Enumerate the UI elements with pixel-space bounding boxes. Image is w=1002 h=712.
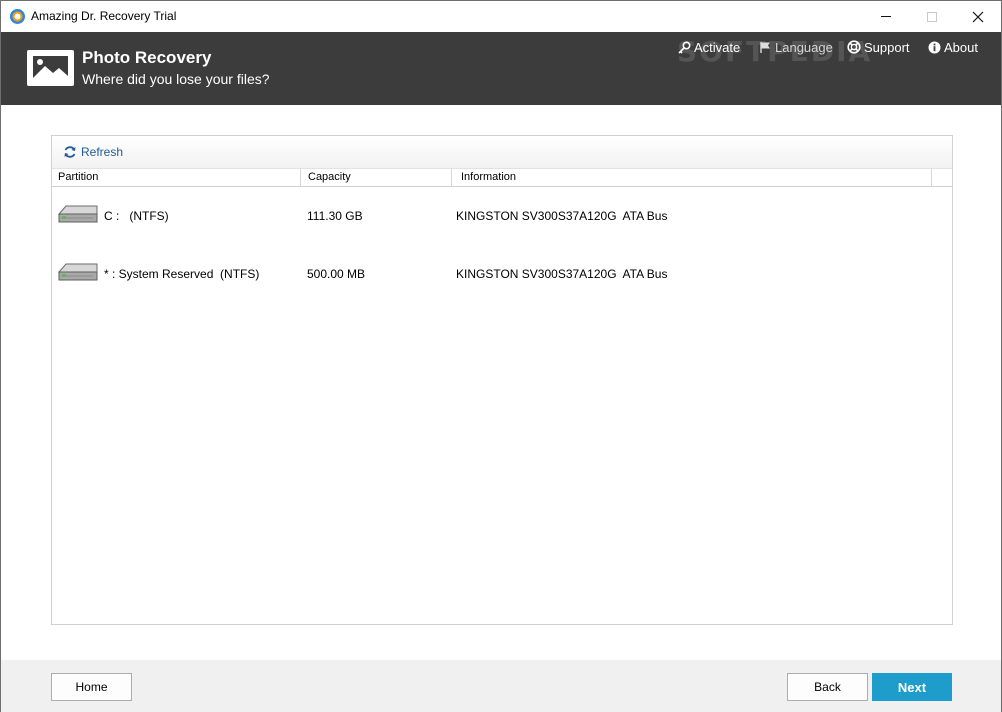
- footer-bar: Home Back Next: [1, 660, 1001, 712]
- column-header-partition[interactable]: Partition: [52, 169, 301, 186]
- capacity-cell: 500.00 MB: [307, 267, 366, 281]
- maximize-icon: [927, 11, 937, 22]
- column-header-capacity[interactable]: Capacity: [302, 169, 452, 186]
- language-link[interactable]: Language: [759, 38, 833, 56]
- app-window: Amazing Dr. Recovery Trial Photo Recover…: [0, 0, 1002, 712]
- back-button[interactable]: Back: [787, 673, 868, 701]
- minimize-icon: [881, 16, 891, 17]
- language-label: Language: [775, 39, 833, 55]
- key-icon: [678, 40, 691, 54]
- lifebuoy-icon: [847, 40, 861, 54]
- table-header: Partition Capacity Information: [52, 169, 952, 187]
- flag-icon: [760, 41, 770, 53]
- hard-drive-icon: [57, 263, 98, 281]
- column-header-information[interactable]: Information: [455, 169, 931, 186]
- next-button[interactable]: Next: [872, 673, 952, 701]
- header-banner: Photo Recovery Where did you lose your f…: [1, 32, 1001, 105]
- about-label: About: [944, 39, 978, 55]
- close-icon: [972, 11, 984, 22]
- refresh-icon: [64, 146, 76, 158]
- page-title: Photo Recovery: [82, 48, 212, 67]
- about-link[interactable]: About: [928, 38, 978, 56]
- table-row[interactable]: * : System Reserved (NTFS) 500.00 MB KIN…: [52, 254, 952, 294]
- capacity-cell: 111.30 GB: [307, 209, 363, 223]
- activate-link[interactable]: Activate: [678, 38, 740, 56]
- photo-image-icon: [27, 50, 74, 86]
- refresh-label: Refresh: [81, 145, 124, 159]
- support-label: Support: [864, 39, 910, 55]
- hard-drive-icon: [57, 205, 98, 223]
- page-subtitle: Where did you lose your files?: [82, 71, 270, 87]
- title-bar: Amazing Dr. Recovery Trial: [1, 1, 1001, 32]
- information-cell: KINGSTON SV300S37A120G ATA Bus: [456, 267, 668, 281]
- information-cell: KINGSTON SV300S37A120G ATA Bus: [456, 209, 668, 223]
- partition-panel: Refresh Partition Capacity Information C…: [51, 135, 953, 625]
- info-icon: [928, 41, 941, 53]
- app-logo-icon: [10, 9, 25, 24]
- home-button[interactable]: Home: [51, 673, 132, 701]
- table-row[interactable]: C : (NTFS) 111.30 GB KINGSTON SV300S37A1…: [52, 196, 952, 236]
- window-title: Amazing Dr. Recovery Trial: [31, 9, 177, 23]
- support-link[interactable]: Support: [847, 38, 910, 56]
- panel-toolbar: Refresh: [52, 136, 952, 169]
- close-button[interactable]: [955, 1, 1001, 32]
- partition-cell: C : (NTFS): [104, 209, 169, 223]
- activate-label: Activate: [694, 39, 741, 55]
- maximize-button[interactable]: [909, 1, 955, 32]
- partition-cell: * : System Reserved (NTFS): [104, 267, 260, 281]
- minimize-button[interactable]: [863, 1, 909, 32]
- refresh-button[interactable]: Refresh: [63, 145, 123, 159]
